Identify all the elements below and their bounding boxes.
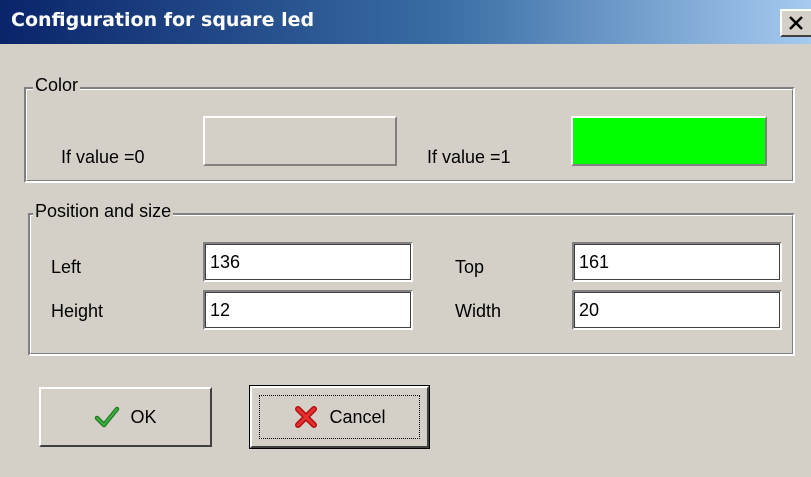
value1-color-swatch[interactable] <box>571 116 767 166</box>
top-label: Top <box>455 257 485 277</box>
title-bar[interactable]: Configuration for square led <box>0 0 811 44</box>
color-group-legend: Color <box>33 74 81 96</box>
width-label: Width <box>455 301 502 321</box>
cancel-button[interactable]: Cancel <box>249 385 430 449</box>
close-button[interactable] <box>780 9 811 37</box>
height-input[interactable] <box>208 295 410 325</box>
position-size-group <box>28 213 795 356</box>
value0-color-swatch[interactable] <box>203 116 397 166</box>
left-field[interactable] <box>203 242 413 282</box>
left-label: Left <box>51 257 82 277</box>
left-input[interactable] <box>208 247 410 277</box>
width-field[interactable] <box>572 290 782 330</box>
ok-button-label: OK <box>130 406 157 427</box>
ok-button[interactable]: OK <box>39 387 212 447</box>
height-field[interactable] <box>203 290 413 330</box>
window-title: Configuration for square led <box>11 9 315 31</box>
top-field[interactable] <box>572 242 782 282</box>
checkmark-icon <box>95 406 120 428</box>
position-size-group-legend: Position and size <box>33 200 174 222</box>
width-input[interactable] <box>577 295 779 325</box>
height-label: Height <box>51 301 104 321</box>
top-input[interactable] <box>577 247 779 277</box>
focus-rectangle <box>259 395 420 439</box>
dialog-window: Configuration for square led Color If va… <box>0 0 811 477</box>
close-icon <box>789 16 803 30</box>
value0-label: If value =0 <box>61 147 145 167</box>
value1-label: If value =1 <box>427 147 511 167</box>
